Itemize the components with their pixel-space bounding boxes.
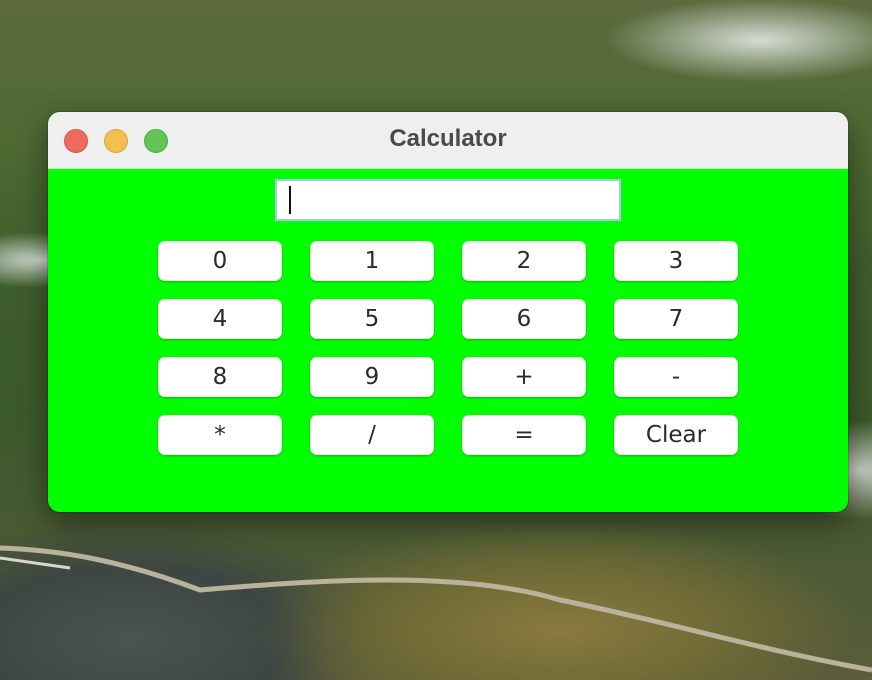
key-3-button[interactable]: 3 [614,241,738,281]
text-cursor [289,186,291,214]
subtract-button[interactable]: - [614,357,738,397]
key-2-button[interactable]: 2 [462,241,586,281]
key-0-button[interactable]: 0 [158,241,282,281]
key-5-button[interactable]: 5 [310,299,434,339]
key-4-button[interactable]: 4 [158,299,282,339]
divide-button[interactable]: / [310,415,434,455]
add-button[interactable]: + [462,357,586,397]
clear-button[interactable]: Clear [614,415,738,455]
key-9-button[interactable]: 9 [310,357,434,397]
calculator-window: Calculator 0 1 2 3 4 5 6 7 8 9 + - * / = Clear [48,112,848,512]
calculator-panel: 0 1 2 3 4 5 6 7 8 9 + - * / = Clear [48,169,848,512]
key-7-button[interactable]: 7 [614,299,738,339]
key-6-button[interactable]: 6 [462,299,586,339]
wallpaper-road-illustration [0,545,872,673]
window-titlebar[interactable]: Calculator [48,112,848,169]
multiply-button[interactable]: * [158,415,282,455]
key-1-button[interactable]: 1 [310,241,434,281]
key-8-button[interactable]: 8 [158,357,282,397]
calculator-display-input[interactable] [275,179,621,221]
equals-button[interactable]: = [462,415,586,455]
window-title: Calculator [389,125,507,152]
